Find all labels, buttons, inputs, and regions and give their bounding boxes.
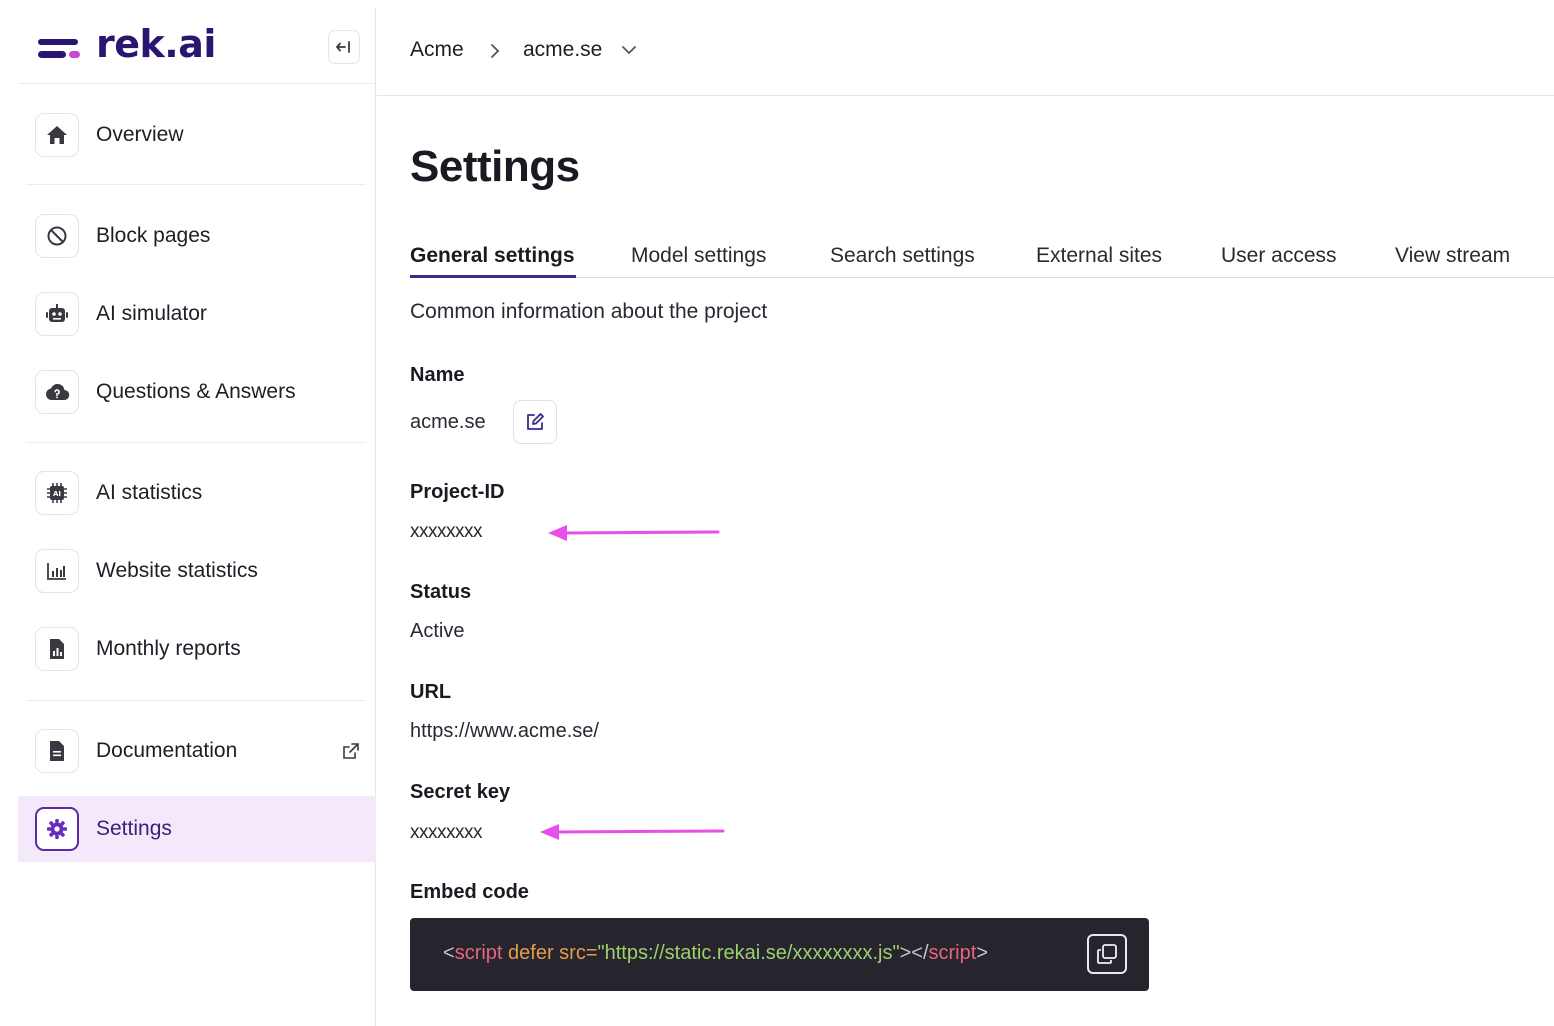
code-mid: ></ [899, 942, 929, 964]
breadcrumb: Acme acme.se [377, 8, 1554, 96]
sidebar-item-label: Website statistics [96, 559, 258, 582]
sidebar-item-label: Block pages [96, 224, 211, 247]
url-label: URL [410, 681, 452, 703]
sidebar-item-label: Overview [96, 123, 184, 146]
embed-code-snippet[interactable]: <script defer src="https://static.rekai.… [443, 942, 988, 965]
embed-code-label: Embed code [410, 881, 529, 903]
settings-tabs: General settings Model settings Search s… [410, 240, 1554, 278]
brand-name[interactable]: rek.ai [96, 22, 216, 66]
home-icon [47, 126, 67, 144]
edit-icon [527, 413, 544, 430]
chevron-right-icon [491, 44, 500, 58]
sidebar-item-website-statistics[interactable]: Website statistics [18, 538, 376, 604]
sidebar-item-label: AI statistics [96, 481, 203, 504]
report-file-icon-box [35, 627, 79, 671]
sidebar-item-monthly-reports[interactable]: Monthly reports [18, 616, 376, 682]
cloud-question-icon [45, 383, 70, 401]
rekai-logo-icon [38, 39, 80, 58]
sidebar-item-label: Documentation [96, 739, 238, 762]
tab-search-settings[interactable]: Search settings [830, 244, 975, 268]
secret-key-label: Secret key [410, 781, 511, 803]
block-icon [47, 226, 67, 246]
logo-row: rek.ai [18, 8, 376, 84]
sidebar-item-ai-simulator[interactable]: AI simulator [18, 281, 376, 347]
status-label: Status [410, 581, 472, 603]
home-icon-box [35, 113, 79, 157]
embed-code-block: <script defer src="https://static.rekai.… [410, 918, 1149, 991]
copy-icon [1097, 944, 1117, 964]
active-tab-indicator [410, 275, 576, 278]
bar-chart-icon-box [35, 549, 79, 593]
ai-chip-icon: AI [47, 483, 67, 503]
annotation-arrow-icon [548, 525, 720, 541]
name-label: Name [410, 364, 465, 386]
sidebar-item-label: Settings [96, 817, 172, 840]
collapse-arrow-icon [336, 41, 350, 53]
gear-icon [47, 819, 67, 839]
sidebar-item-block-pages[interactable]: Block pages [18, 203, 376, 269]
code-open-bracket: < [443, 942, 455, 964]
bar-chart-icon [47, 563, 66, 580]
chevron-down-icon[interactable] [621, 44, 637, 56]
document-icon [50, 741, 64, 761]
sidebar-item-documentation[interactable]: Documentation [18, 718, 376, 784]
name-value: acme.se [410, 411, 486, 433]
section-subtitle: Common information about the project [410, 300, 768, 323]
svg-text:AI: AI [53, 490, 61, 498]
sidebar: rek.ai Overview Block pages AI simulator… [18, 8, 376, 1026]
sidebar-item-ai-statistics[interactable]: AI AI statistics [18, 460, 376, 526]
copy-embed-code-button[interactable] [1087, 934, 1127, 974]
annotation-arrow-icon [540, 824, 725, 840]
external-link-icon [343, 743, 359, 759]
code-close-tag: script [928, 942, 977, 964]
status-value: Active [410, 620, 465, 642]
tab-general-settings[interactable]: General settings [410, 244, 575, 268]
sidebar-item-settings[interactable]: Settings [18, 796, 376, 862]
sidebar-item-label: AI simulator [96, 302, 207, 325]
tab-user-access[interactable]: User access [1221, 244, 1337, 268]
project-id-label: Project-ID [410, 481, 505, 503]
sidebar-divider [26, 442, 366, 443]
sidebar-divider [26, 700, 366, 701]
block-icon-box [35, 214, 79, 258]
ai-chip-icon-box: AI [35, 471, 79, 515]
breadcrumb-root[interactable]: Acme [410, 38, 464, 62]
secret-key-value: xxxxxxxx [410, 822, 483, 843]
tab-view-stream[interactable]: View stream [1395, 244, 1510, 268]
document-icon-box [35, 729, 79, 773]
code-tag: script [454, 942, 503, 964]
collapse-sidebar-button[interactable] [328, 30, 360, 64]
robot-icon [46, 304, 68, 322]
sidebar-divider [26, 184, 366, 185]
sidebar-item-label: Monthly reports [96, 637, 241, 660]
code-src: "https://static.rekai.se/xxxxxxxx.js" [597, 942, 900, 964]
robot-icon-box [35, 292, 79, 336]
sidebar-item-questions-answers[interactable]: Questions & Answers [18, 359, 376, 425]
breadcrumb-current[interactable]: acme.se [523, 38, 602, 62]
sidebar-item-overview[interactable]: Overview [18, 102, 376, 168]
code-attr: defer src= [502, 942, 598, 964]
project-id-value: xxxxxxxx [410, 521, 483, 542]
gear-icon-box [35, 807, 79, 851]
cloud-question-icon-box [35, 370, 79, 414]
report-file-icon [50, 639, 64, 659]
tab-model-settings[interactable]: Model settings [631, 244, 766, 268]
tab-external-sites[interactable]: External sites [1036, 244, 1162, 268]
sidebar-item-label: Questions & Answers [96, 380, 296, 403]
page-title: Settings [410, 142, 580, 191]
code-close-bracket: > [976, 942, 988, 964]
url-value: https://www.acme.se/ [410, 720, 599, 742]
edit-name-button[interactable] [513, 400, 557, 444]
